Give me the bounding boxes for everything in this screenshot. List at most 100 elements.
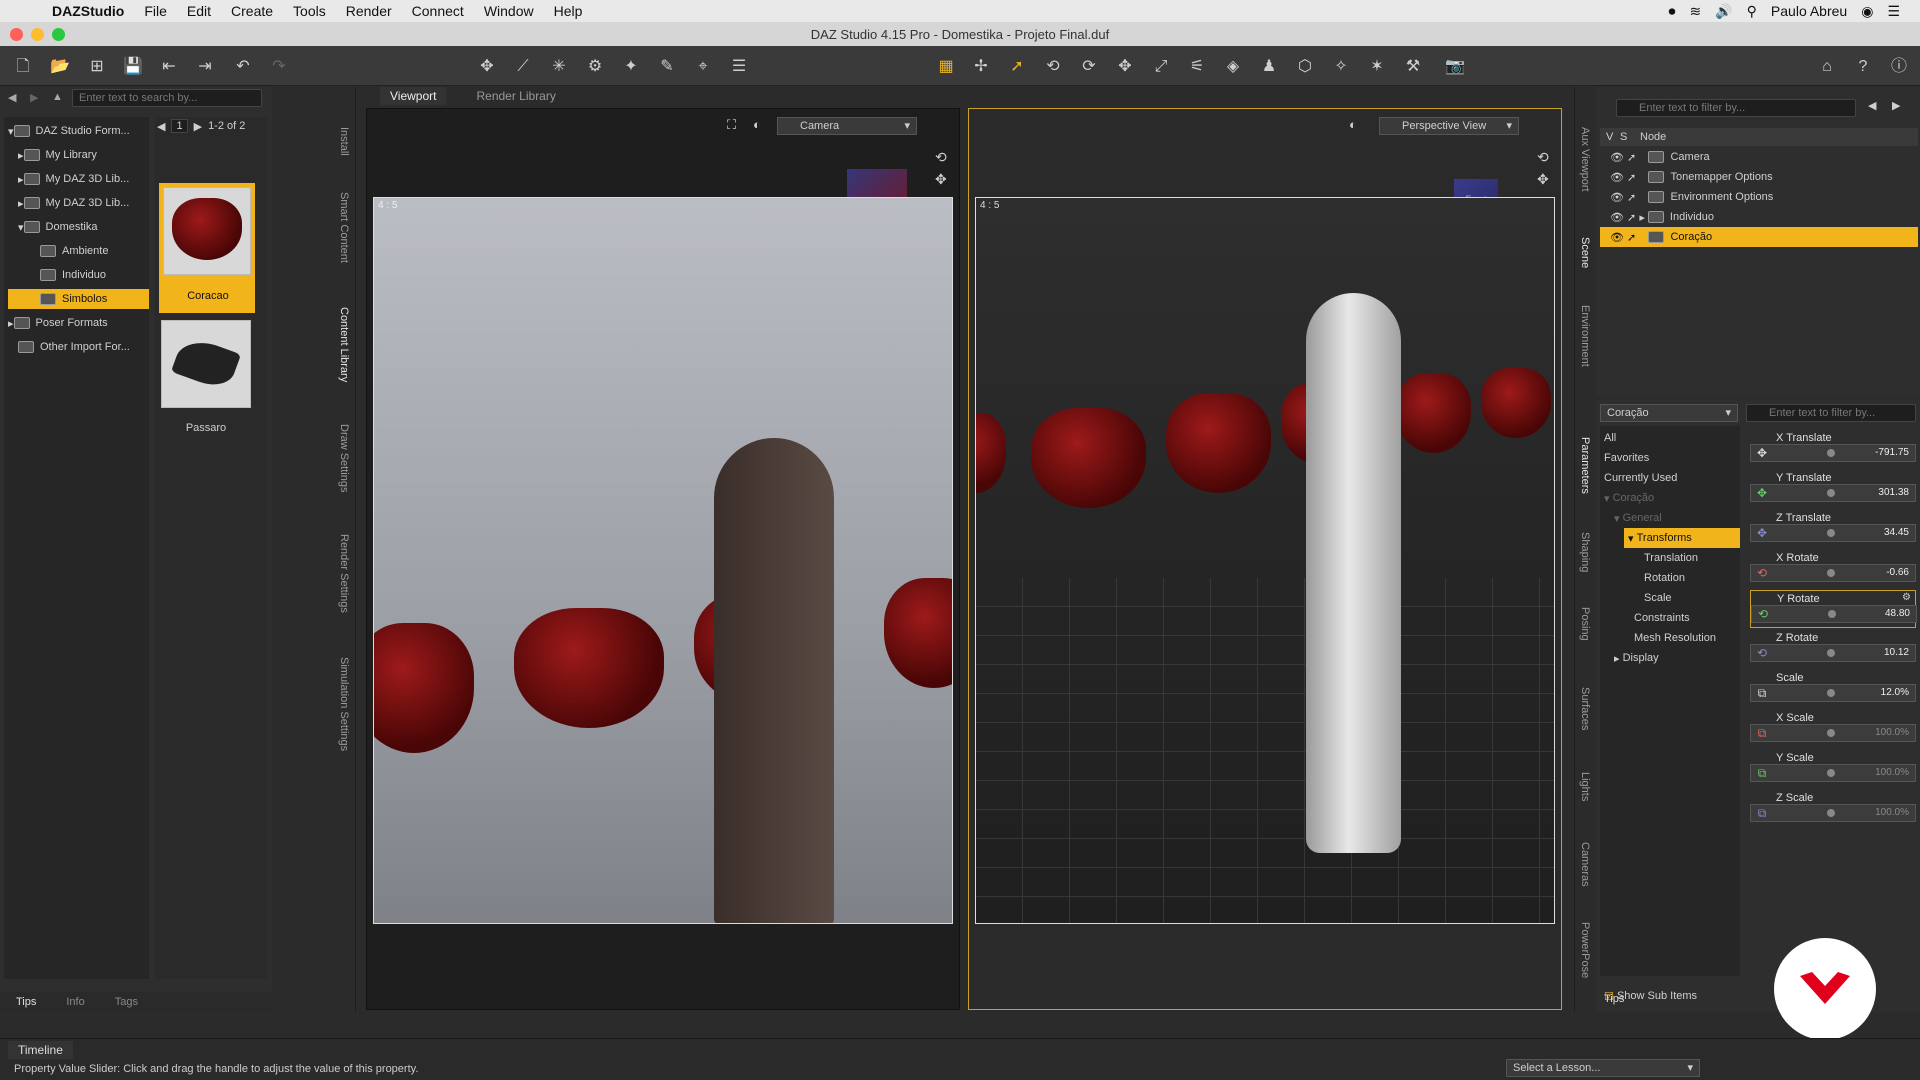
tool-spark-icon[interactable]: ✳	[548, 56, 570, 78]
universal-tool-icon[interactable]: ✢	[970, 56, 992, 78]
menu-create[interactable]: Create	[231, 3, 273, 19]
new-scene-icon[interactable]: 🗋	[12, 56, 34, 78]
parameters-filter-input[interactable]: Enter text to filter by...	[1746, 404, 1916, 422]
scene-node-environment[interactable]: 👁 ➚ Environment Options	[1600, 187, 1918, 207]
vtab-surfaces[interactable]: Surfaces	[1579, 687, 1591, 730]
menu-app-name[interactable]: DAZStudio	[52, 3, 124, 19]
param-value[interactable]: 100.0%	[1875, 727, 1909, 738]
param-z-rotate[interactable]: Z Rotate ⟲ 10.12	[1750, 630, 1916, 668]
scene-node-individuo[interactable]: 👁 ➚ ▸ Individuo	[1600, 207, 1918, 227]
siri-icon[interactable]: ◉	[1861, 3, 1873, 20]
slider-knob[interactable]	[1828, 610, 1836, 618]
wifi-icon[interactable]: ≋	[1689, 3, 1701, 20]
group-display[interactable]: ▸ Display	[1614, 648, 1659, 668]
eye-icon[interactable]: 👁	[1610, 231, 1624, 244]
param-value[interactable]: -791.75	[1875, 447, 1909, 458]
scene-back-icon[interactable]: ◀	[1868, 99, 1876, 112]
column-node[interactable]: Node	[1640, 131, 1666, 143]
menu-window[interactable]: Window	[484, 3, 534, 19]
joint-editor-icon[interactable]: ⚟	[1186, 56, 1208, 78]
perspective-select[interactable]: Perspective View ▾	[1379, 117, 1519, 135]
geometry-editor-icon[interactable]: ⬡	[1294, 56, 1316, 78]
menu-edit[interactable]: Edit	[187, 3, 211, 19]
viewport-screen-icon[interactable]: ⛶	[727, 117, 736, 133]
tool-wand-icon[interactable]: ✦	[620, 56, 642, 78]
tool-line-icon[interactable]: ⟋	[512, 56, 534, 78]
param-value[interactable]: 12.0%	[1881, 687, 1909, 698]
column-selectable[interactable]: S	[1620, 131, 1640, 143]
slider-knob[interactable]	[1827, 809, 1835, 817]
home-icon[interactable]: ⌂	[1816, 56, 1838, 78]
light-tool-icon[interactable]: ✶	[1366, 56, 1388, 78]
menu-file[interactable]: File	[144, 3, 167, 19]
camera-select[interactable]: Camera ▾	[777, 117, 917, 135]
param-slider[interactable]: ⟲ 10.12	[1750, 644, 1916, 662]
export-icon[interactable]: ⇥	[194, 56, 216, 78]
eye-icon[interactable]: 👁	[1610, 191, 1624, 204]
slider-knob[interactable]	[1827, 689, 1835, 697]
param-slider[interactable]: ✥ -791.75	[1750, 444, 1916, 462]
tree-item-poser-formats[interactable]: ▸ Poser Formats	[8, 313, 148, 333]
param-slider[interactable]: ⧉ 100.0%	[1750, 724, 1916, 742]
surface-selection-icon[interactable]: ◈	[1222, 56, 1244, 78]
viewport-camera[interactable]: Camera▾ ⛶ ◐ ⟲ ✥ ⚲ ⛶ ⊙ 4 : 5	[366, 108, 960, 1010]
param-slider[interactable]: ⧉ 100.0%	[1750, 804, 1916, 822]
tool-paint-icon[interactable]: ✎	[656, 56, 678, 78]
parameters-node-select[interactable]: Coração ▾	[1600, 404, 1738, 422]
render-settings-icon[interactable]: ⚒	[1402, 56, 1424, 78]
param-value[interactable]: 100.0%	[1875, 767, 1909, 778]
param-x-translate[interactable]: X Translate ✥ -791.75	[1750, 430, 1916, 468]
lesson-select[interactable]: Select a Lesson... ▾	[1506, 1059, 1700, 1077]
eye-icon[interactable]: 👁	[1610, 211, 1624, 224]
group-scale[interactable]: Scale	[1644, 588, 1672, 608]
param-y-rotate[interactable]: Y Rotate ⚙ ⟲ 48.80	[1750, 590, 1917, 628]
eye-icon[interactable]: 👁	[1610, 151, 1624, 164]
select-cursor-icon[interactable]: ➚	[1627, 171, 1636, 184]
orbit-camera-icon[interactable]: ⟲	[1537, 149, 1549, 166]
record-icon[interactable]: ⏺	[1668, 3, 1675, 20]
param-value[interactable]: 10.12	[1884, 647, 1909, 658]
volume-icon[interactable]: 🔊	[1715, 3, 1732, 20]
zoom-window-button[interactable]	[52, 28, 65, 41]
param-z-translate[interactable]: Z Translate ✥ 34.45	[1750, 510, 1916, 548]
tree-item-simbolos[interactable]: Simbolos	[8, 289, 149, 309]
vtab-render-settings[interactable]: Render Settings	[338, 534, 350, 613]
library-search-input[interactable]: Enter text to search by...	[72, 89, 262, 107]
group-all[interactable]: All	[1604, 428, 1616, 448]
menu-tools[interactable]: Tools	[293, 3, 326, 19]
scene-node-camera[interactable]: 👁 ➚ Camera	[1600, 147, 1918, 167]
save-icon[interactable]: 💾	[122, 56, 144, 78]
scene-forward-icon[interactable]: ▶	[1892, 99, 1900, 112]
library-item-coracao[interactable]: Coracao	[159, 183, 255, 313]
universal-grid-icon[interactable]: ▦	[935, 56, 957, 78]
redo-icon[interactable]: ↷	[268, 56, 290, 78]
vtab-cameras[interactable]: Cameras	[1579, 842, 1591, 887]
column-visible[interactable]: V	[1600, 131, 1620, 143]
param-y-translate[interactable]: Y Translate ✥ 301.38	[1750, 470, 1916, 508]
back-icon[interactable]: ◀	[8, 91, 16, 104]
vtab-draw-settings[interactable]: Draw Settings	[338, 424, 350, 492]
param-y-scale[interactable]: Y Scale ⧉ 100.0%	[1750, 750, 1916, 788]
help-icon[interactable]: ⓘ	[1888, 56, 1910, 78]
menu-connect[interactable]: Connect	[412, 3, 464, 19]
menubar-user-name[interactable]: Paulo Abreu	[1771, 3, 1847, 19]
tab-render-library[interactable]: Render Library	[476, 89, 555, 103]
param-slider[interactable]: ⧉ 12.0%	[1750, 684, 1916, 702]
merge-icon[interactable]: ⊞	[86, 56, 108, 78]
up-icon[interactable]: ▲	[52, 91, 63, 103]
tab-info[interactable]: Info	[66, 996, 84, 1008]
param-value[interactable]: 34.45	[1884, 527, 1909, 538]
vtab-parameters[interactable]: Parameters	[1579, 437, 1591, 494]
vtab-scene[interactable]: Scene	[1579, 237, 1591, 268]
control-center-icon[interactable]: ☰	[1887, 3, 1900, 20]
vtab-shaping[interactable]: Shaping	[1579, 532, 1591, 572]
tool-gear-icon[interactable]: ⚙	[584, 56, 606, 78]
pan-camera-icon[interactable]: ✥	[935, 171, 947, 188]
minimize-window-button[interactable]	[31, 28, 44, 41]
group-transforms[interactable]: ▾ Transforms	[1624, 528, 1740, 548]
tree-item-other-import[interactable]: Other Import For...	[18, 337, 148, 357]
tab-timeline[interactable]: Timeline	[8, 1041, 73, 1059]
scale-tool-icon[interactable]: ⤢	[1150, 56, 1172, 78]
vtab-powerpose[interactable]: PowerPose	[1579, 922, 1591, 978]
select-cursor-icon[interactable]: ➚	[1627, 191, 1636, 204]
